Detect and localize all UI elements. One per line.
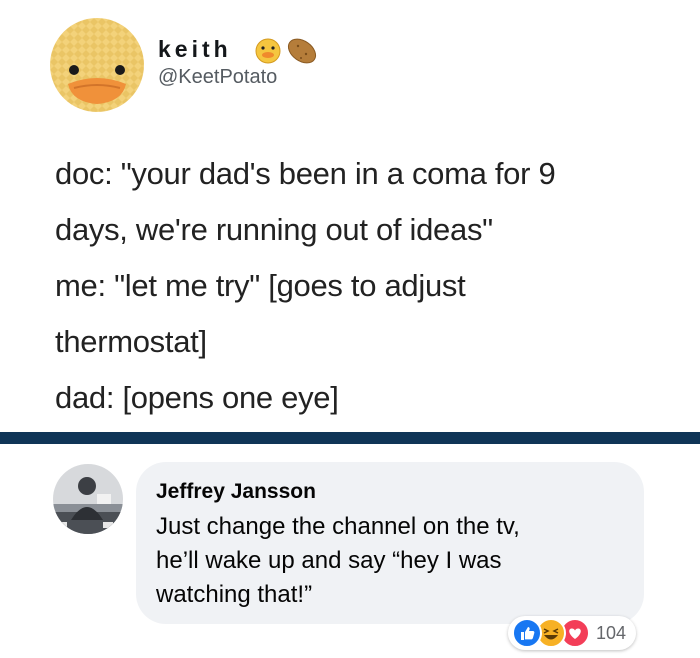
- comment-line: he’ll wake up and say “hey I was: [156, 547, 502, 574]
- duck-avatar-icon: [50, 18, 144, 112]
- comment-text: Just change the channel on the tv, he’ll…: [156, 510, 626, 612]
- tweet-card: keith @KeetPotato doc: "your dad's been …: [0, 0, 700, 432]
- display-name[interactable]: keith: [158, 36, 232, 63]
- duck-face-emoji-icon: [255, 38, 281, 64]
- comment-bubble: Jeffrey Jansson Just change the channel …: [136, 462, 644, 624]
- reactions-summary[interactable]: 104: [508, 616, 637, 650]
- tweet-line: thermostat]: [55, 324, 207, 359]
- reaction-count: 104: [596, 622, 627, 643]
- tweet-line: me: "let me try" [goes to adjust: [55, 268, 466, 303]
- comment-area: Jeffrey Jansson Just change the channel …: [0, 444, 700, 658]
- tweet-line: dad: [opens one eye]: [55, 380, 339, 415]
- tweet-text: doc: "your dad's been in a coma for 9 da…: [55, 146, 675, 426]
- like-reaction-icon: [512, 618, 542, 648]
- commenter-name[interactable]: Jeffrey Jansson: [156, 480, 316, 504]
- tweet-line: days, we're running out of ideas": [55, 212, 493, 247]
- person-photo-icon: [53, 464, 123, 534]
- comment-line: Just change the channel on the tv,: [156, 513, 520, 540]
- comment-line: watching that!”: [156, 581, 313, 608]
- avatar[interactable]: [50, 18, 144, 112]
- tweet-line: doc: "your dad's been in a coma for 9: [55, 156, 556, 191]
- name-emoji-group: [255, 38, 317, 64]
- potato-emoji-icon: [287, 38, 317, 64]
- handle[interactable]: @KeetPotato: [158, 66, 277, 89]
- commenter-avatar[interactable]: [53, 464, 123, 534]
- section-divider: [0, 432, 700, 444]
